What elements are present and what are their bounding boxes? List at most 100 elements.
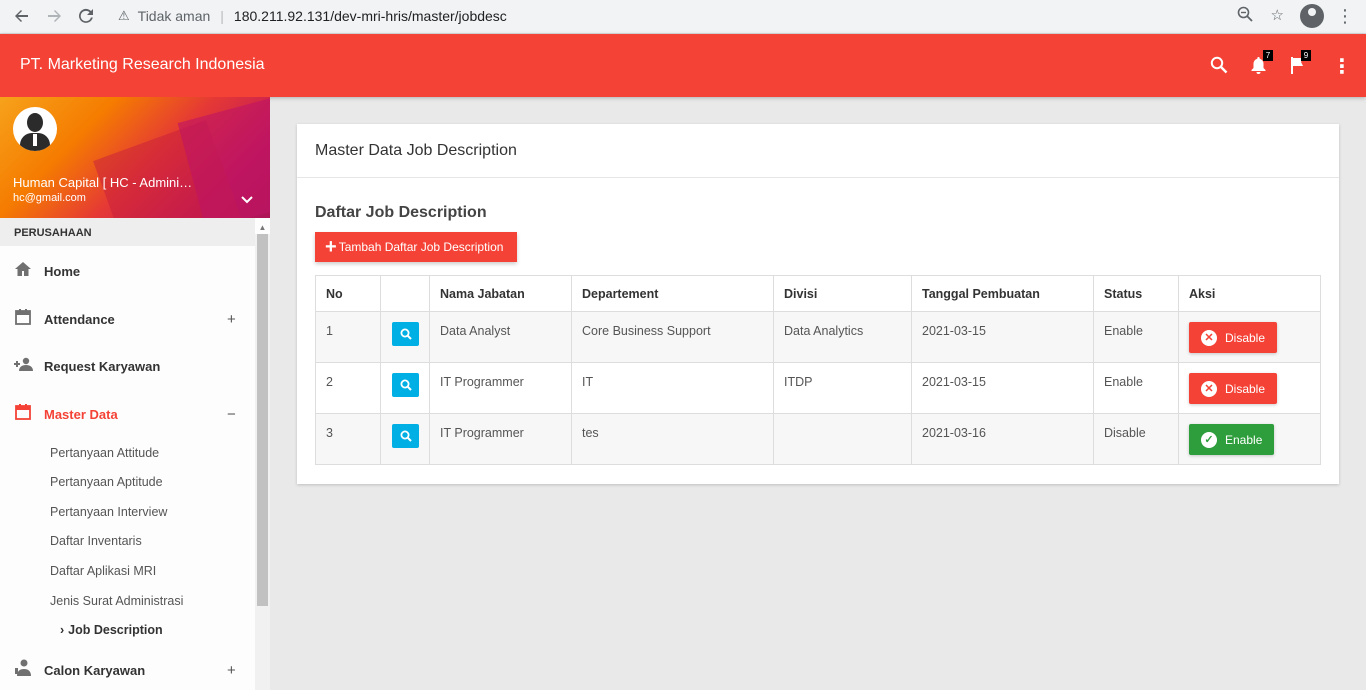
cell-divisi: Data Analytics [773,311,912,363]
sidebar-subitem-daftar-inventaris[interactable]: Daftar Inventaris [50,534,142,548]
expand-icon[interactable]: + [227,662,236,679]
notification-badge: 7 [1263,50,1273,61]
forward-icon[interactable] [38,1,70,31]
cell-divisi [773,413,912,465]
cell-aksi: ✕ Disable [1178,311,1321,363]
sidebar-item-request-karyawan[interactable]: Request Karyawan [0,351,255,381]
column-header-status: Status [1093,275,1179,312]
cell-tanggal: 2021-03-15 [911,311,1094,363]
enable-button-label: Enable [1225,432,1263,447]
column-header-tanggal: Tanggal Pembuatan [911,275,1094,312]
sidebar-subitem-jenis-surat-administrasi[interactable]: Jenis Surat Administrasi [50,594,183,608]
reload-icon[interactable] [70,1,102,31]
cell-no: 2 [315,362,381,414]
sidebar-item-attendance[interactable]: Attendance + [0,304,255,334]
table-header-row: No Nama Jabatan Departement Divisi Tangg… [315,275,1321,312]
add-jobdesc-label: Tambah Daftar Job Description [338,240,504,254]
cell-status: Disable [1093,413,1179,465]
search-icon[interactable] [1210,56,1228,79]
cell-departement: tes [571,413,774,465]
cell-status: Enable [1093,362,1179,414]
sidebar-subitem-job-description[interactable]: › Job Description [60,623,163,637]
app-title[interactable]: PT. Marketing Research Indonesia [20,56,265,74]
sidebar-item-label: Home [44,263,81,279]
sidebar-item-calon-karyawan[interactable]: Calon Karyawan + [0,655,255,685]
disable-button[interactable]: ✕ Disable [1189,322,1278,353]
enable-button[interactable]: ✓ Enable [1189,424,1275,455]
bookmark-star-icon[interactable]: ☆ [1271,6,1284,26]
calendar-icon [13,403,33,425]
jobdesc-table: No Nama Jabatan Departement Divisi Tangg… [315,275,1321,465]
people-add-icon [13,357,33,376]
close-circle-icon: ✕ [1201,329,1217,346]
sidebar-item-label: Calon Karyawan [44,662,146,678]
plus-icon: + [325,236,337,258]
address-separator: | [220,8,224,24]
flag-icon[interactable]: 9 [1289,50,1311,79]
avatar-tie [33,134,37,146]
collapse-icon[interactable]: − [227,406,236,423]
back-icon[interactable] [6,1,38,31]
cell-departement: IT [571,362,774,414]
app-header: PT. Marketing Research Indonesia 7 9 ⋮ [0,34,1366,97]
sidebar-scrollbar-thumb[interactable] [257,234,268,606]
search-icon [400,379,412,391]
sidebar-subitem-pertanyaan-attitude[interactable]: Pertanyaan Attitude [50,446,159,460]
home-icon [13,261,33,282]
column-header-view [380,275,430,312]
sidebar-item-master-data[interactable]: Master Data − [0,399,255,429]
cell-tanggal: 2021-03-16 [911,413,1094,465]
browser-profile-icon[interactable] [1300,4,1324,28]
disable-button[interactable]: ✕ Disable [1189,373,1278,404]
chevron-down-icon[interactable] [241,191,253,207]
scroll-up-arrow-icon[interactable]: ▲ [256,223,269,232]
table-row: 2 IT Programmer IT ITDP 2021-03-15 Enabl… [315,362,1321,414]
sidebar-subitem-pertanyaan-aptitude[interactable]: Pertanyaan Aptitude [50,475,163,489]
column-header-aksi: Aksi [1178,275,1321,312]
cell-view [380,311,430,363]
page-title: Master Data Job Description [297,124,1339,178]
security-label: Tidak aman [137,8,211,24]
avatar-head [27,113,43,132]
column-header-no: No [315,275,381,312]
sidebar-subitem-daftar-aplikasi-mri[interactable]: Daftar Aplikasi MRI [50,564,156,578]
sidebar-item-home[interactable]: Home [0,256,255,286]
cell-no: 3 [315,413,381,465]
notification-bell-icon[interactable]: 7 [1250,50,1273,79]
check-circle-icon: ✓ [1201,431,1217,448]
view-detail-button[interactable] [392,424,419,448]
view-detail-button[interactable] [392,322,419,346]
sidebar-scrollbar[interactable] [255,234,270,690]
more-vert-icon[interactable]: ⋮ [1332,54,1352,79]
sidebar-item-label: Request Karyawan [44,358,161,374]
url-text: 180.211.92.131/dev-mri-hris/master/jobde… [233,8,507,24]
view-detail-button[interactable] [392,373,419,397]
cell-nama-jabatan: Data Analyst [429,311,572,363]
person-icon [13,659,33,681]
cell-nama-jabatan: IT Programmer [429,413,572,465]
disable-button-label: Disable [1225,330,1266,345]
cell-view [380,413,430,465]
user-info-panel: Human Capital [ HC - Administ... hc@gmai… [0,97,270,218]
search-icon [400,328,412,340]
zoom-icon[interactable] [1237,6,1253,26]
add-jobdesc-button[interactable]: + Tambah Daftar Job Description [315,232,517,262]
section-title: Daftar Job Description [315,204,487,221]
address-bar[interactable]: ⚠ Tidak aman | 180.211.92.131/dev-mri-hr… [108,3,1292,29]
expand-icon[interactable]: + [227,311,236,328]
flag-badge: 9 [1301,50,1311,61]
cell-aksi: ✓ Enable [1178,413,1321,465]
cell-tanggal: 2021-03-15 [911,362,1094,414]
cell-no: 1 [315,311,381,363]
cell-nama-jabatan: IT Programmer [429,362,572,414]
sidebar-subitem-pertanyaan-interview[interactable]: Pertanyaan Interview [50,505,167,519]
user-name: Human Capital [ HC - Administ... [13,175,198,190]
browser-menu-icon[interactable]: ⋮ [1336,6,1354,27]
avatar [13,107,57,151]
cell-aksi: ✕ Disable [1178,362,1321,414]
table-row: 1 Data Analyst Core Business Support Dat… [315,311,1321,363]
column-header-divisi: Divisi [773,275,912,312]
sidebar-section-header: PERUSAHAAN [0,218,255,246]
cell-departement: Core Business Support [571,311,774,363]
user-email: hc@gmail.com [13,192,86,204]
